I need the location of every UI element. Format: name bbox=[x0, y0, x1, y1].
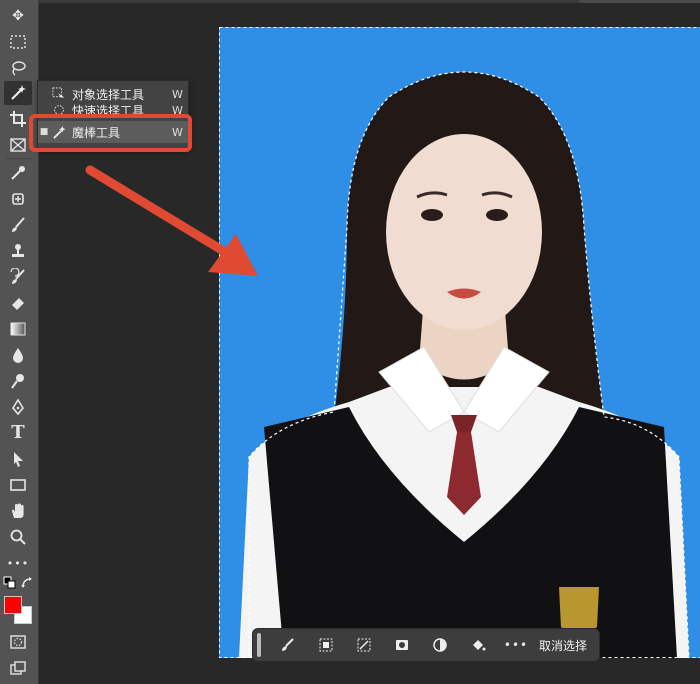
move-tool-icon[interactable]: ✥ bbox=[4, 4, 32, 28]
invert-selection-button[interactable] bbox=[345, 632, 383, 658]
paint-bucket-icon bbox=[473, 640, 486, 651]
annotation-arrow-icon bbox=[85, 165, 258, 276]
modify-selection-button[interactable] bbox=[307, 632, 345, 658]
portrait-photo[interactable] bbox=[219, 27, 700, 658]
object-selection-label: 对象选择工具 bbox=[72, 87, 145, 102]
create-mask-button[interactable] bbox=[383, 632, 421, 658]
dodge-tool-icon[interactable] bbox=[4, 369, 32, 393]
fill-selection-button[interactable] bbox=[459, 632, 497, 658]
adjustment-layer-button[interactable] bbox=[421, 632, 459, 658]
brush-select-icon bbox=[282, 638, 294, 651]
healing-brush-tool-icon[interactable] bbox=[4, 187, 32, 211]
rectangle-tool-icon[interactable] bbox=[4, 473, 32, 497]
screen-mode-icon[interactable] bbox=[4, 656, 32, 680]
contextual-task-bar: ••• 取消选择 bbox=[252, 628, 600, 662]
marquee-tool-icon[interactable] bbox=[4, 30, 32, 54]
invert-selection-icon bbox=[357, 638, 371, 652]
tools-panel: ✥ T ••• bbox=[0, 0, 39, 684]
quick-mask-icon[interactable] bbox=[4, 630, 32, 654]
object-selection-shortcut: W bbox=[172, 87, 183, 101]
crop-tool-icon[interactable] bbox=[4, 107, 32, 131]
select-mask-icon bbox=[319, 638, 333, 652]
select-subject-button[interactable] bbox=[269, 632, 307, 658]
object-selection-tool-item[interactable]: 对象选择工具 W bbox=[38, 83, 188, 105]
blur-tool-icon[interactable] bbox=[4, 343, 32, 367]
deselect-button[interactable]: 取消选择 bbox=[539, 637, 587, 654]
lasso-tool-icon[interactable] bbox=[4, 56, 32, 80]
mask-icon bbox=[396, 640, 408, 650]
default-colors-icon[interactable] bbox=[3, 576, 17, 590]
object-selection-icon bbox=[50, 85, 68, 103]
pen-tool-icon[interactable] bbox=[4, 395, 32, 419]
history-brush-tool-icon[interactable] bbox=[4, 265, 32, 289]
brush-tool-icon[interactable] bbox=[4, 213, 32, 237]
magic-wand-tool-icon[interactable] bbox=[4, 81, 32, 105]
hand-tool-icon[interactable] bbox=[4, 499, 32, 523]
eyedropper-tool-icon[interactable] bbox=[4, 161, 32, 185]
swap-colors-icon[interactable] bbox=[20, 576, 34, 590]
eraser-tool-icon[interactable] bbox=[4, 291, 32, 315]
more-tools-icon[interactable]: ••• bbox=[4, 551, 32, 575]
path-selection-tool-icon[interactable] bbox=[4, 447, 32, 471]
more-options-icon[interactable]: ••• bbox=[497, 632, 535, 658]
gradient-tool-icon[interactable] bbox=[4, 317, 32, 341]
taskbar-grip[interactable] bbox=[257, 633, 261, 657]
zoom-tool-icon[interactable] bbox=[4, 525, 32, 549]
frame-tool-icon[interactable] bbox=[4, 133, 32, 157]
clone-stamp-tool-icon[interactable] bbox=[4, 239, 32, 263]
adjustment-icon bbox=[433, 638, 447, 652]
foreground-color-swatch[interactable] bbox=[4, 596, 22, 614]
type-tool-icon[interactable]: T bbox=[4, 421, 32, 445]
highlight-annotation-box bbox=[29, 114, 192, 152]
